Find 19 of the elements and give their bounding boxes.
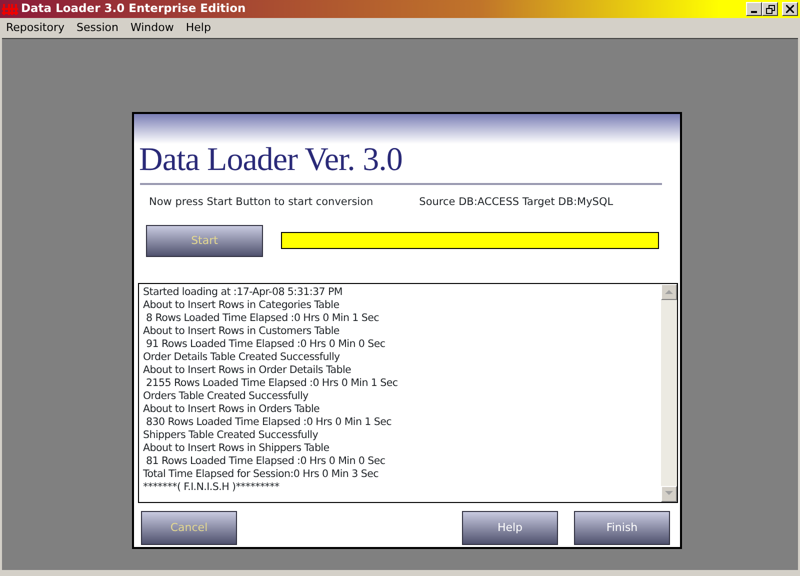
dialog-heading: Data Loader Ver. 3.0 <box>139 144 404 177</box>
close-icon <box>786 5 794 13</box>
menu-item[interactable]: Help <box>180 20 217 36</box>
menu-item[interactable]: Repository <box>0 20 70 36</box>
restore-icon <box>766 4 774 14</box>
instruction-text: Now press Start Button to start conversion <box>149 195 374 210</box>
scroll-up-button[interactable] <box>661 284 677 300</box>
log-text: Started loading at :17-Apr-08 5:31:37 PM About to Insert Rows in Categories Table 8 Rows Loaded Time Elapsed :0 Hrs 0 Min 1 Sec About to Insert Rows in Customers Table 91 Rows Loaded Time Elapsed :0 Hrs 0 Min 0 Sec Order Details Table Created Successfully About to Insert Rows in Order Details Table 2155 Rows Loaded Time Elapsed :0 Hrs 0 Min 1 Sec Orders Table Created Successfully About to Insert Rows in Orders Table 830 Rows Loaded Time Elapsed :0 Hrs 0 Min 1 Sec Shippers Table Created Successfully About to Insert Rows in Shippers Table 81 Rows Loaded Time Elapsed :0 Hrs 0 Min 0 Sec Total Time Elapsed for Session:0 Hrs 0 Min 3 Sec *******( F.I.N.I.S.H )********* <box>142 284 399 495</box>
restore-button[interactable] <box>762 2 778 16</box>
database-info: Source DB:ACCESS Target DB:MySQL <box>419 195 614 210</box>
menu-item[interactable]: Window <box>124 20 180 36</box>
menu-item[interactable]: Session <box>70 20 124 36</box>
down-arrow-icon <box>665 491 673 496</box>
minimize-button[interactable] <box>746 2 762 16</box>
window-title: Data Loader 3.0 Enterprise Edition <box>21 0 246 18</box>
app-icon <box>2 2 18 16</box>
scroll-down-button[interactable] <box>661 486 677 502</box>
up-arrow-icon <box>665 289 673 294</box>
close-button[interactable] <box>782 2 798 16</box>
